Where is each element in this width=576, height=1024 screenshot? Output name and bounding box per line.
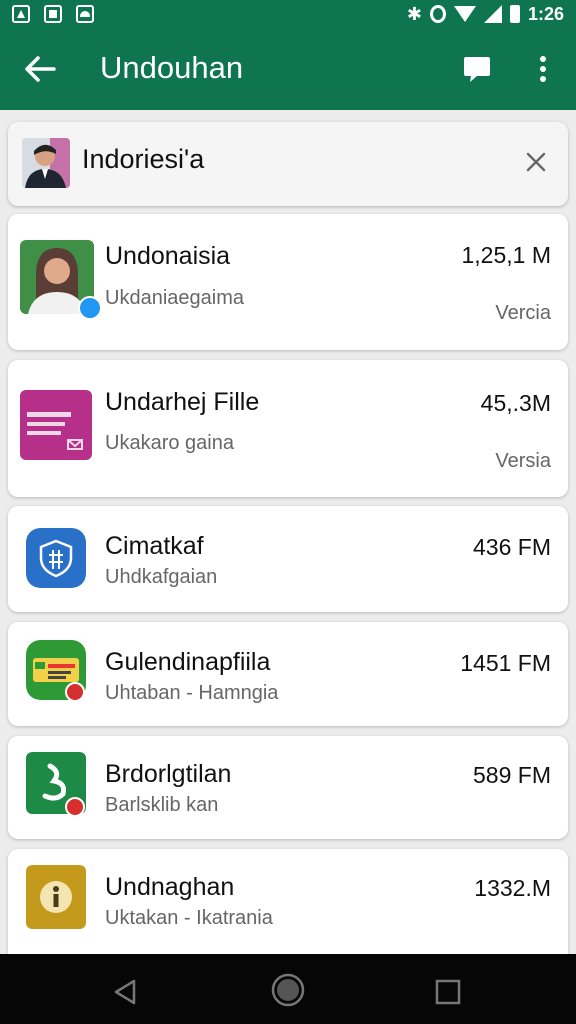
- item-subtitle: Ukakaro gaina: [105, 432, 234, 454]
- document-icon: [20, 390, 92, 460]
- item-size: 589 FM: [473, 762, 551, 788]
- search-card: Indoriesi'a: [8, 122, 568, 206]
- item-subtitle: Ukdaniaegaima: [105, 287, 244, 309]
- nav-recents-icon[interactable]: [435, 979, 461, 1005]
- nav-back-icon[interactable]: [113, 979, 137, 1005]
- status-left-icons: [12, 5, 94, 23]
- list-item[interactable]: Cimatkaf Uhdkafgaian 436 FM: [8, 506, 568, 612]
- badge-red-icon: [65, 682, 85, 702]
- item-size: 45,.3M: [480, 390, 551, 416]
- arrow-back-icon[interactable]: [24, 54, 56, 84]
- item-title: Cimatkaf: [105, 532, 204, 560]
- more-vert-icon[interactable]: [530, 54, 556, 84]
- badge-red-icon: [65, 797, 85, 817]
- list-item[interactable]: Brdorlgtilan Barlsklib kan 589 FM: [8, 736, 568, 839]
- item-subtitle: Uhdkafgaian: [105, 566, 218, 588]
- nav-home-icon[interactable]: [270, 972, 306, 1008]
- list-item[interactable]: Undonaisia Ukdaniaegaima 1,25,1 M Vercia: [8, 214, 568, 350]
- navigation-bar: [0, 954, 576, 1024]
- item-version: Vercia: [495, 302, 551, 324]
- list-item[interactable]: Undnaghan Uktakan - Ikatrania 1332.M: [8, 849, 568, 954]
- item-subtitle: Uktakan - Ikatrania: [105, 907, 273, 929]
- item-size: 1,25,1 M: [461, 242, 552, 268]
- avatar: [22, 138, 70, 188]
- page-title: Undouhan: [100, 50, 244, 85]
- item-title: Undarhej Fille: [105, 388, 260, 416]
- item-title: Brdorlgtilan: [105, 760, 232, 788]
- badge-blue-icon: [78, 296, 102, 320]
- status-time: 1:26: [527, 3, 564, 24]
- item-size: 1451 FM: [460, 650, 551, 676]
- close-icon[interactable]: [524, 150, 548, 174]
- status-right-icons: ✱ 1:26: [407, 4, 564, 25]
- bluetooth-icon: ✱: [406, 3, 422, 24]
- item-title: Undonaisia: [105, 242, 231, 270]
- drive-icon: [12, 5, 30, 23]
- app-bar: Undouhan: [0, 28, 576, 110]
- battery-icon: [509, 5, 520, 23]
- photo-icon: [76, 5, 94, 23]
- list-item[interactable]: Gulendinapfiila Uhtaban - Hamngia 1451 F…: [8, 622, 568, 726]
- item-subtitle: Barlsklib kan: [105, 794, 219, 816]
- signal-icon: [483, 5, 502, 23]
- item-title: Gulendinapfiila: [105, 648, 271, 676]
- status-bar: ✱ 1:26: [0, 0, 576, 28]
- shield-icon: [26, 528, 86, 588]
- image-icon: [44, 5, 62, 23]
- wifi-icon: [453, 6, 476, 22]
- search-input[interactable]: Indoriesi'a: [82, 144, 204, 175]
- item-subtitle: Uhtaban - Hamngia: [105, 682, 279, 704]
- item-title: Undnaghan: [105, 873, 235, 901]
- item-version: Versia: [495, 450, 551, 472]
- info-icon: [26, 865, 86, 929]
- item-size: 1332.M: [474, 875, 551, 901]
- list-item[interactable]: Undarhej Fille Ukakaro gaina 45,.3M Vers…: [8, 360, 568, 497]
- item-size: 436 FM: [473, 534, 551, 560]
- chat-bubble-icon[interactable]: [462, 54, 492, 84]
- data-saver-icon: [429, 5, 446, 23]
